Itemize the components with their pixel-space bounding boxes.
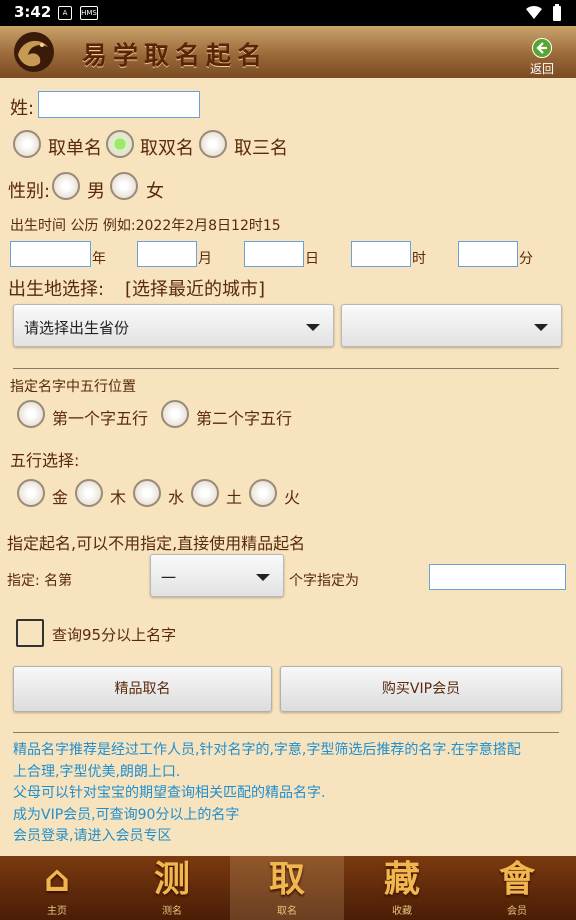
triple-name-label: 取三名 [234,138,288,159]
nav-favorites[interactable]: 藏 收藏 [345,856,459,920]
single-name-label: 取单名 [48,138,102,159]
status-bar: 3:42 A HMS [0,0,576,26]
back-label: 返回 [529,62,554,76]
battery-icon [553,4,561,21]
radio-second-char-wuxing[interactable] [161,400,189,428]
radio-double-name[interactable] [106,130,134,158]
city-select[interactable] [341,304,562,347]
birthplace-label: 出生地选择: [8,279,105,300]
surname-input[interactable] [38,91,200,118]
bottom-navigation: ⌂ 主页 测 测名 取 取名 藏 收藏 會 会员 [0,856,576,920]
buy-vip-button[interactable]: 购买VIP会员 [280,666,562,712]
info-line: 会员登录,请进入会员专区 [13,828,172,844]
province-select[interactable]: 请选择出生省份 [13,304,334,347]
divider [13,732,559,733]
app-title: 易学取名起名 [82,41,269,70]
info-line: 成为VIP会员,可查询90分以上的名字 [13,806,240,823]
birth-day-input[interactable] [244,241,304,267]
month-unit: 月 [198,251,212,267]
nav-home-label: 主页 [47,906,67,917]
province-selected-value: 请选择出生省份 [24,319,130,337]
nav-pick-name-label: 取名 [277,906,297,917]
radio-single-name[interactable] [13,130,41,158]
query-95-label: 查询95分以上名字 [52,626,177,644]
nav-member-label: 会员 [507,906,527,917]
chevron-down-icon [306,324,320,331]
wuxing-water-label: 水 [168,488,185,507]
radio-wuxing-water[interactable] [133,479,161,507]
nav-pick-name[interactable]: 取 取名 [230,856,344,920]
birth-time-hint: 出生时间 公历 例如:2022年2月8日12时15 [10,218,281,234]
gender-label: 性别: [8,181,51,202]
birth-year-input[interactable] [10,241,91,267]
premium-naming-button[interactable]: 精品取名 [13,666,272,712]
radio-first-char-wuxing[interactable] [17,400,45,428]
info-line: 上合理,字型优美,朗朗上口. [13,763,181,780]
radio-wuxing-earth[interactable] [191,479,219,507]
radio-wuxing-fire[interactable] [249,479,277,507]
year-unit: 年 [92,251,106,267]
birth-month-input[interactable] [137,241,197,267]
info-line: 精品名字推荐是经过工作人员,针对名字的,字意,字型筛选后推荐的名字.在字意搭配 [13,742,521,758]
specify-title: 指定起名,可以不用指定,直接使用精品起名 [7,534,306,553]
minute-unit: 分 [519,251,533,267]
char-position-select[interactable]: 一 [150,554,284,597]
wuxing-earth-label: 土 [226,488,243,507]
female-label: 女 [146,181,164,202]
birth-minute-input[interactable] [458,241,518,267]
nearest-city-link[interactable]: [选择最近的城市] [125,275,265,301]
second-char-wuxing-label: 第二个字五行 [196,409,293,428]
notification-a-icon: A [58,6,72,20]
day-unit: 日 [305,251,319,267]
specify-suffix: 个字指定为 [289,573,359,589]
surname-label: 姓: [10,98,35,119]
info-line: 父母可以针对宝宝的期望查询相关匹配的精品名字. [13,785,326,801]
wuxing-position-label: 指定名字中五行位置 [10,379,136,395]
wuxing-label: 五行选择: [10,451,80,470]
wuxing-wood-label: 木 [110,488,127,507]
notification-hms-icon: HMS [80,6,98,20]
info-block: 精品名字推荐是经过工作人员,针对名字的,字意,字型筛选后推荐的名字.在字意搭配 … [13,740,569,848]
nav-member[interactable]: 會 会员 [460,856,574,920]
char-position-value: 一 [161,569,177,587]
chevron-down-icon [256,574,270,581]
radio-triple-name[interactable] [199,130,227,158]
male-label: 男 [87,181,105,202]
chevron-down-icon [534,324,548,331]
first-char-wuxing-label: 第一个字五行 [52,409,149,428]
radio-wuxing-wood[interactable] [75,479,103,507]
nav-favorites-label: 收藏 [392,906,412,917]
app-header: 易学取名起名 返回 [0,26,576,78]
nav-test-name-label: 测名 [162,906,182,917]
query-95-checkbox[interactable] [16,619,44,647]
double-name-label: 取双名 [140,138,194,159]
divider [13,368,559,369]
dragon-logo-icon [14,32,54,72]
back-arrow-icon [532,38,552,58]
favorites-icon: 藏 [383,859,420,900]
radio-female[interactable] [110,172,138,200]
back-button[interactable]: 返回 [518,38,566,78]
status-time: 3:42 [14,3,52,21]
radio-male[interactable] [52,172,80,200]
hour-unit: 时 [412,251,426,267]
wifi-icon [526,6,542,19]
test-name-icon: 测 [153,859,190,900]
radio-wuxing-metal[interactable] [17,479,45,507]
birth-hour-input[interactable] [351,241,411,267]
nav-home[interactable]: ⌂ 主页 [0,856,114,920]
wuxing-metal-label: 金 [52,488,69,507]
nav-test-name[interactable]: 测 测名 [115,856,229,920]
pick-name-icon: 取 [268,859,305,900]
member-icon: 會 [498,859,535,900]
specified-char-input[interactable] [429,564,566,590]
wuxing-fire-label: 火 [284,488,301,507]
specify-prefix: 指定: 名第 [7,573,73,589]
home-icon: ⌂ [44,859,70,900]
